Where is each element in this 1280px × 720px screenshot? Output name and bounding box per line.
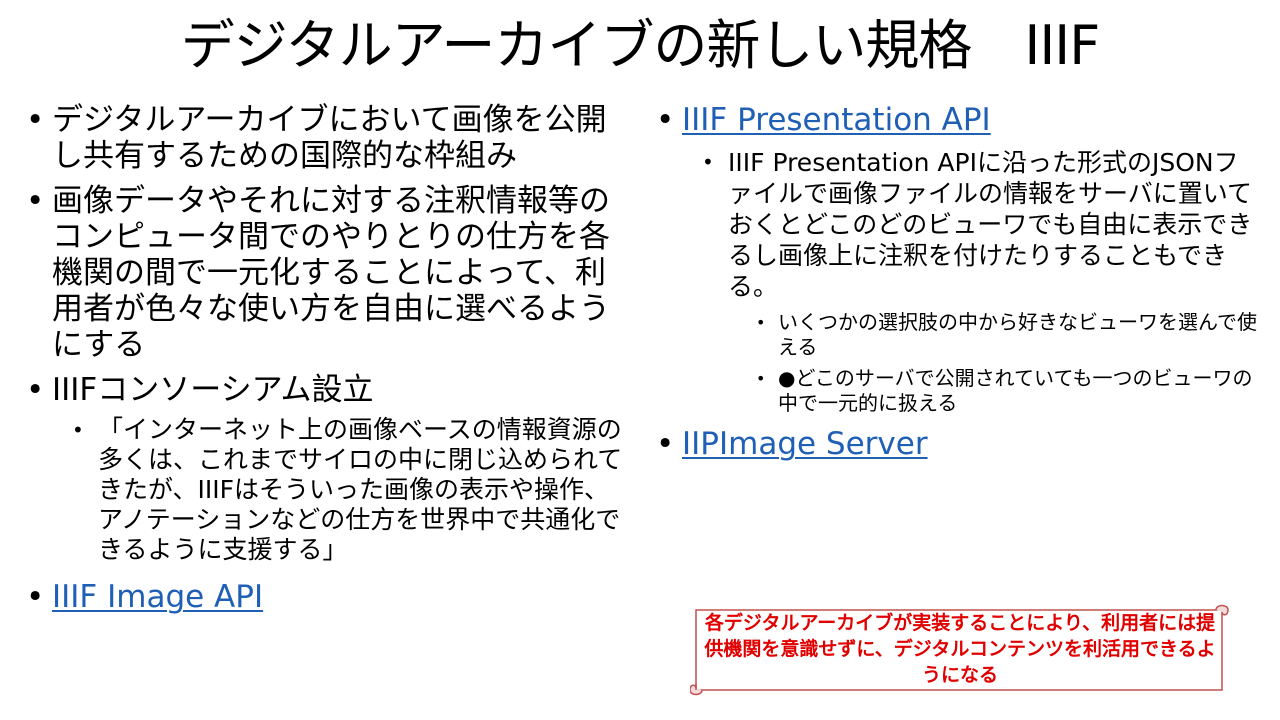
bullet-text: IIIFコンソーシアム設立 [52,372,374,408]
bullet-dot-icon: • [756,369,766,388]
bullet-text: IIIF Presentation APIに沿った形式のJSONファイルで画像フ… [728,148,1253,301]
iiif-presentation-api-link[interactable]: IIIF Presentation API [682,102,991,138]
bullet-dot-icon: • [26,183,45,219]
right-column: • IIIF Presentation API • IIIF Presentat… [654,102,1258,471]
bullet-text: 「インターネット上の画像ベースの情報資源の多くは、これまでサイロの中に閉じ込めら… [98,415,623,564]
bullet-dot-icon: • [656,102,675,138]
left-column: • デジタルアーカイブにおいて画像を公開し共有するための国際的な枠組み • 画像… [24,102,624,624]
callout-text: 各デジタルアーカイブが実装することにより、利用者には提供機関を意識せずに、デジタ… [704,612,1216,686]
sub-bullet-presentation-api-desc: • IIIF Presentation APIに沿った形式のJSONファイルで画… [700,147,1258,302]
right-bullet-list: • IIIF Presentation API • IIIF Presentat… [654,102,1258,462]
sub-sub-bullet-unified-viewer: • ●どこのサーバで公開されていても一つのビューワの中で一元的に扱える [754,366,1258,416]
iipimage-server-link[interactable]: IIPImage Server [682,426,928,462]
bullet-dot-icon: • [26,102,45,138]
bullet-image-api: • IIIF Image API [24,579,624,615]
bullet-dot-icon: • [26,579,45,615]
bullet-presentation-api: • IIIF Presentation API [654,102,1258,138]
bullet-dot-icon: • [26,372,45,408]
sub-sub-bullet-choose-viewer: • いくつかの選択肢の中から好きなビューワを選んで使える [754,310,1258,360]
bullet-consortium: • IIIFコンソーシアム設立 [24,372,624,408]
bullet-dot-icon: • [72,418,84,442]
bullet-text: ●どこのサーバで公開されていても一つのビューワの中で一元的に扱える [778,366,1253,415]
bullet-text: 画像データやそれに対する注釈情報等のコンピュータ間でのやりとりの仕方を各機関の間… [52,183,610,363]
bullet-text: デジタルアーカイブにおいて画像を公開し共有するための国際的な枠組み [52,102,607,174]
bullet-iipimage-server: • IIPImage Server [654,426,1258,462]
bullet-dot-icon: • [702,150,714,174]
iiif-image-api-link[interactable]: IIIF Image API [52,579,263,615]
bullet-text: いくつかの選択肢の中から好きなビューワを選んで使える [778,310,1257,359]
bullet-dot-icon: • [756,313,766,332]
bullet-iiif-purpose: • 画像データやそれに対する注釈情報等のコンピュータ間でのやりとりの仕方を各機関… [24,183,624,363]
bullet-iiif-definition: • デジタルアーカイブにおいて画像を公開し共有するための国際的な枠組み [24,102,624,174]
sub-bullet-consortium-quote: • 「インターネット上の画像ベースの情報資源の多くは、これまでサイロの中に閉じ込… [70,415,624,565]
callout-scroll: 各デジタルアーカイブが実装することにより、利用者には提供機関を意識せずに、デジタ… [690,604,1230,696]
slide-title: デジタルアーカイブの新しい規格 IIIF [180,14,1101,77]
bullet-dot-icon: • [656,426,675,462]
left-bullet-list: • デジタルアーカイブにおいて画像を公開し共有するための国際的な枠組み • 画像… [24,102,624,615]
